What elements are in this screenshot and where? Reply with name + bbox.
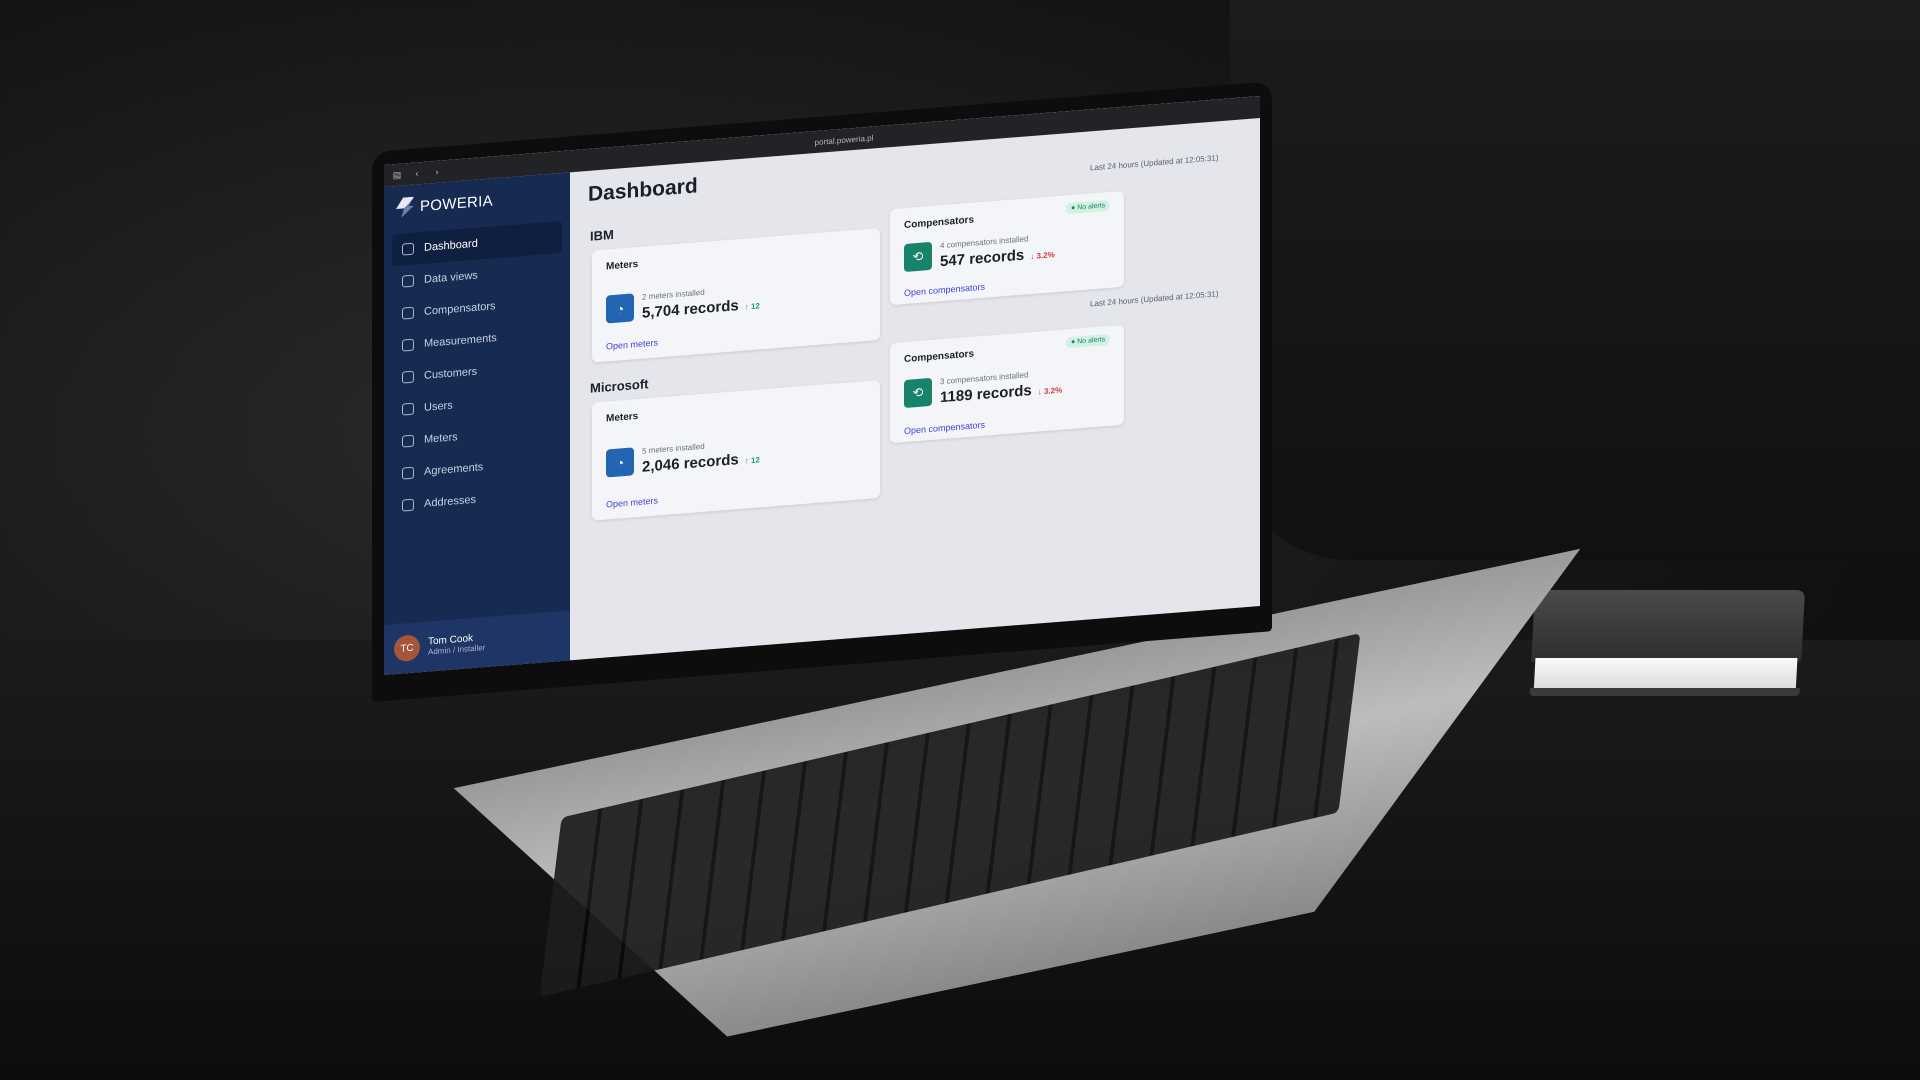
sidebar-item-label: Agreements (424, 461, 484, 478)
sidebar-item-label: Customers (424, 365, 478, 382)
sidebar-item-label: Data views (424, 269, 478, 286)
avatar: TC (394, 634, 420, 663)
home-icon (402, 242, 414, 256)
compensator-icon: ⟲ (904, 241, 932, 273)
gauge-icon: ◔ (606, 293, 634, 324)
sidebar-item-label: Measurements (424, 332, 497, 350)
card-title: Meters (606, 410, 639, 425)
compensator-icon (402, 306, 414, 320)
card-title: Compensators (904, 214, 975, 232)
gauge-icon: ◔ (606, 447, 634, 478)
company-name: Microsoft (590, 376, 649, 396)
poweria-logo-icon (396, 197, 414, 218)
open-compensators-link[interactable]: Open compensators (904, 420, 985, 436)
updated-timestamp: Last 24 hours (Updated at 12:05:31) (1090, 153, 1219, 173)
records-value: 547 records (940, 246, 1025, 271)
compensators-card: Compensators ● No alerts ⟲ 3 compensator… (890, 324, 1124, 444)
compensators-card: Compensators ● No alerts ⟲ 4 compensator… (890, 190, 1124, 306)
records-value: 5,704 records (642, 297, 739, 322)
id-card-icon (402, 370, 414, 384)
delta-value: 12 (750, 455, 760, 466)
updated-timestamp: Last 24 hours (Updated at 12:05:31) (1090, 289, 1219, 309)
sidebar-item-label: Dashboard (424, 237, 478, 254)
meters-card: Meters ◔ 5 meters installed 2,046 record… (592, 379, 880, 521)
badge-label: No alerts (1077, 202, 1106, 212)
document-icon (402, 466, 414, 480)
company-name: IBM (590, 226, 614, 244)
status-badge: ● No alerts (1066, 199, 1111, 215)
delta-up: ↑ 12 (744, 301, 760, 312)
card-title: Compensators (904, 348, 975, 366)
status-badge: ● No alerts (1066, 333, 1111, 349)
records-value: 1189 records (940, 382, 1032, 407)
card-title: Meters (606, 258, 639, 273)
delta-value: 12 (750, 301, 760, 312)
address-bar[interactable]: portal.poweria.pl (784, 131, 904, 149)
brand-name: POWERIA (420, 191, 493, 215)
delta-value: 3.2% (1043, 385, 1063, 397)
sidebar-item-label: Addresses (424, 493, 476, 510)
sidebar-item-label: Users (424, 399, 453, 414)
delta-down: ↓ 3.2% (1037, 385, 1063, 397)
open-meters-link[interactable]: Open meters (606, 337, 658, 351)
meters-card: Meters ◔ 2 meters installed 5,704 record… (592, 227, 880, 363)
main-content: Dashboard Last 24 hours (Updated at 12:0… (570, 118, 1260, 660)
sidebar-nav: Dashboard Data views Compensators Measur… (392, 220, 562, 522)
notebook (1529, 590, 1806, 705)
laptop-screen: ▤ ‹ › portal.poweria.pl POWERIA Dashboar… (384, 96, 1260, 675)
sidebar: POWERIA Dashboard Data views Compensator… (384, 172, 570, 675)
open-meters-link[interactable]: Open meters (606, 495, 658, 509)
brand-logo[interactable]: POWERIA (396, 190, 493, 218)
compensator-icon: ⟲ (904, 377, 932, 409)
sofa-backrest (1230, 0, 1920, 560)
open-compensators-link[interactable]: Open compensators (904, 282, 985, 298)
chart-pie-icon (402, 274, 414, 288)
page-title: Dashboard (588, 174, 698, 206)
sidebar-toggle-icon[interactable]: ▤ (390, 169, 404, 181)
table-icon (402, 338, 414, 352)
badge-label: No alerts (1077, 336, 1106, 346)
delta-down: ↓ 3.2% (1030, 250, 1055, 262)
sidebar-item-label: Compensators (424, 300, 496, 318)
sidebar-item-label: Meters (424, 431, 458, 446)
delta-value: 3.2% (1036, 250, 1055, 261)
back-icon[interactable]: ‹ (410, 168, 424, 179)
records-value: 2,046 records (642, 451, 739, 476)
gauge-icon (402, 434, 414, 448)
forward-icon[interactable]: › (430, 166, 444, 177)
users-icon (402, 402, 414, 416)
map-icon (402, 498, 414, 512)
delta-up: ↑ 12 (744, 455, 760, 466)
